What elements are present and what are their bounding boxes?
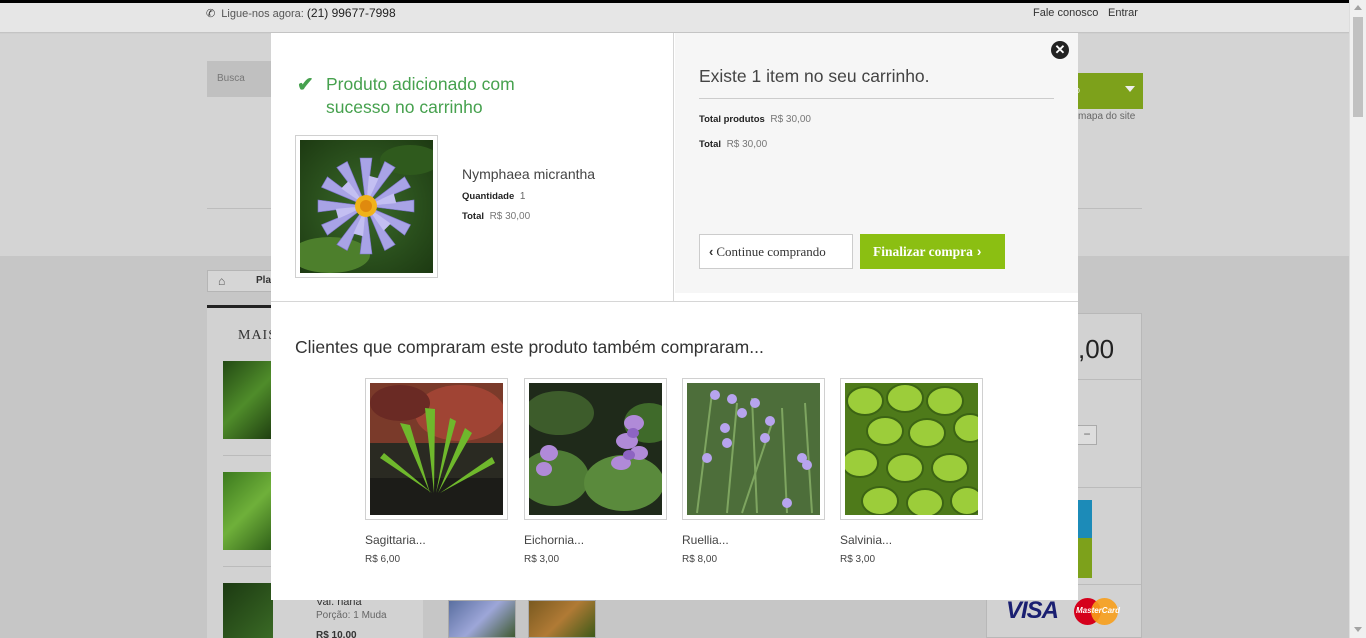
water-lily-image xyxy=(290,140,440,273)
cart-total-label: Total xyxy=(699,139,721,150)
left-item-price: R$ 10,00 xyxy=(316,630,357,638)
related-product-image[interactable] xyxy=(519,378,674,520)
quantity-value: 1 xyxy=(519,191,526,202)
related-product-price: R$ 3,00 xyxy=(524,554,560,565)
search-input[interactable]: Busca xyxy=(207,61,277,97)
close-icon[interactable]: ✕ xyxy=(1051,41,1069,59)
salvinia-image xyxy=(841,383,987,518)
chevron-right-icon: › xyxy=(976,243,982,259)
top-bar xyxy=(0,3,1349,33)
left-thumbnail[interactable] xyxy=(223,361,273,439)
breadcrumb-current[interactable]: Pla xyxy=(256,275,271,286)
home-icon[interactable]: ⌂ xyxy=(218,274,225,288)
chevron-down-icon xyxy=(1125,86,1135,92)
related-product-price: R$ 3,00 xyxy=(840,554,876,565)
cart-added-modal: ✔ Produto adicionado com sucesso no carr… xyxy=(271,33,1078,600)
phone-number: (21) 99677-7998 xyxy=(306,6,396,20)
product-price: ,00 xyxy=(1078,334,1115,364)
cart-divider xyxy=(699,98,1054,99)
product-total: Total R$ 30,00 xyxy=(462,211,530,222)
product-image[interactable] xyxy=(290,135,440,278)
quantity-label: Quantidade xyxy=(462,191,515,202)
scroll-up-icon[interactable] xyxy=(1354,5,1362,10)
product-name: Nymphaea micrantha xyxy=(462,166,596,182)
eichornia-image xyxy=(519,383,674,515)
quantity-minus-button[interactable]: − xyxy=(1077,425,1097,445)
related-product-price: R$ 8,00 xyxy=(682,554,718,565)
product-quantity: Quantidade 1 xyxy=(462,191,525,202)
cart-button[interactable]: o xyxy=(1075,73,1143,109)
scrollbar[interactable] xyxy=(1349,0,1366,638)
related-product-name[interactable]: Ruellia... xyxy=(682,533,729,547)
ruellia-image xyxy=(687,383,820,515)
continue-shopping-label: Continue comprando xyxy=(716,243,826,259)
sitemap-link[interactable]: mapa do site xyxy=(1078,111,1135,122)
phone-contact: ✆ Ligue-nos agora: (21) 99677-7998 xyxy=(206,6,396,20)
gallery-thumbnail[interactable] xyxy=(448,600,516,638)
total-products: Total produtos R$ 30,00 xyxy=(699,114,811,125)
total-products-label: Total produtos xyxy=(699,114,765,125)
modal-divider xyxy=(271,301,1078,302)
sagittaria-image xyxy=(370,383,505,515)
product-total-label: Total xyxy=(462,211,484,222)
checkmark-icon: ✔ xyxy=(297,74,314,96)
phone-icon: ✆ xyxy=(206,8,216,20)
left-thumbnail[interactable] xyxy=(223,583,273,638)
cart-total-value: R$ 30,00 xyxy=(726,139,768,150)
call-label: Ligue-nos agora: xyxy=(221,8,304,20)
success-text: Produto adicionado com sucesso no carrin… xyxy=(326,74,515,117)
chevron-left-icon: ‹ xyxy=(709,243,714,259)
also-bought-title: Clientes que compraram este produto tamb… xyxy=(295,337,764,357)
related-product-image[interactable] xyxy=(840,378,987,520)
related-product-name[interactable]: Sagittaria... xyxy=(365,533,426,547)
related-product-price: R$ 6,00 xyxy=(365,554,401,565)
scroll-down-icon[interactable] xyxy=(1354,627,1362,632)
cart-total: Total R$ 30,00 xyxy=(699,139,767,150)
success-message: ✔ Produto adicionado com sucesso no carr… xyxy=(297,73,557,119)
related-product-name[interactable]: Eichornia... xyxy=(524,533,584,547)
contact-link[interactable]: Fale conosco xyxy=(1033,7,1098,19)
login-link[interactable]: Entrar xyxy=(1108,7,1138,19)
visa-logo: VISA xyxy=(1006,597,1059,624)
left-item-portion: Porção: 1 Muda xyxy=(316,610,387,621)
buy-button[interactable] xyxy=(1078,538,1092,578)
checkout-button[interactable]: Finalizar compra › xyxy=(860,234,1005,269)
continue-shopping-button[interactable]: ‹ Continue comprando xyxy=(699,234,853,269)
cart-count-text: Existe 1 item no seu carrinho. xyxy=(699,66,930,86)
gallery-thumbnail[interactable] xyxy=(528,600,596,638)
related-product-image[interactable] xyxy=(365,378,508,520)
left-thumbnail[interactable] xyxy=(223,472,273,550)
scroll-thumb[interactable] xyxy=(1353,17,1363,117)
mastercard-logo: MasterCard xyxy=(1074,598,1120,625)
related-product-image[interactable] xyxy=(682,378,825,520)
total-products-value: R$ 30,00 xyxy=(770,114,811,125)
product-total-value: R$ 30,00 xyxy=(489,211,531,222)
checkout-label: Finalizar compra xyxy=(873,243,973,259)
share-button[interactable] xyxy=(1078,500,1092,538)
related-product-name[interactable]: Salvinia... xyxy=(840,533,892,547)
